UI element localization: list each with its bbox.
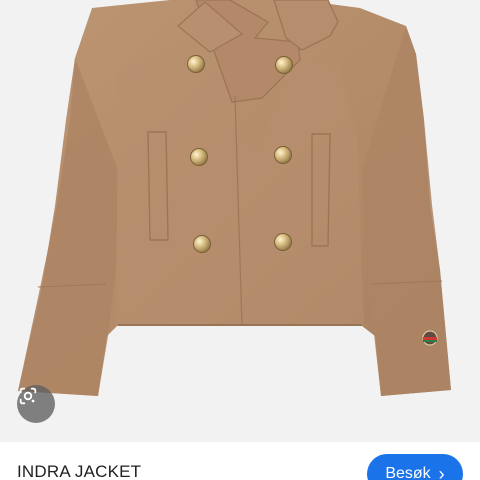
jacket-photo (18, 0, 451, 396)
visit-button-label: Besøk (385, 465, 431, 480)
product-result-card: INDRA JACKET Besøk › (0, 0, 480, 480)
jacket-button (275, 56, 293, 74)
visit-button[interactable]: Besøk › (367, 454, 463, 480)
product-image[interactable] (0, 0, 480, 442)
jacket-button (274, 146, 292, 164)
jacket-button (274, 233, 292, 251)
jacket-button (187, 55, 205, 73)
jacket-button (190, 148, 208, 166)
product-title: INDRA JACKET (17, 462, 142, 480)
product-footer: INDRA JACKET Besøk › (0, 442, 480, 480)
google-lens-icon[interactable] (17, 385, 55, 423)
jacket-button (193, 235, 211, 253)
lens-icon (19, 387, 37, 405)
sleeve-logo (422, 330, 438, 346)
chevron-right-icon: › (438, 464, 445, 480)
